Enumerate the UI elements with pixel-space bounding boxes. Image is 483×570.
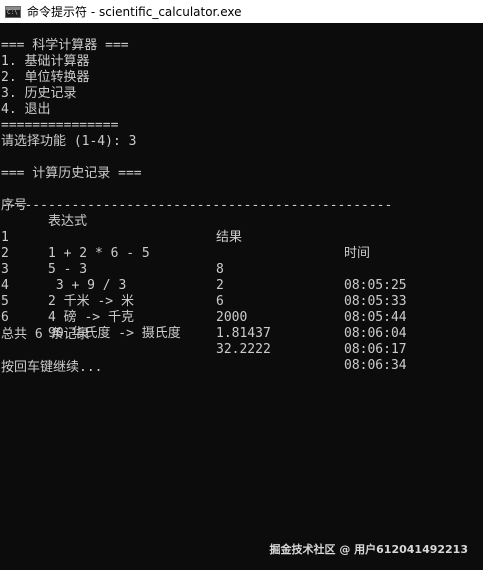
history-column-headers: 序号 表达式 结果 时间 xyxy=(1,182,370,261)
table-row: 1 1 + 2 * 6 - 5 8 08:05:25 xyxy=(1,214,407,293)
menu-item-unit: 2. 单位转换器 xyxy=(1,70,90,85)
row-time: 08:06:04 xyxy=(344,326,407,341)
table-row: 3 3 + 9 / 3 6 08:05:44 xyxy=(1,246,407,325)
column-result: 结果 xyxy=(216,230,243,245)
row-result: 2000 xyxy=(216,310,248,325)
menu-item-basic: 1. 基础计算器 xyxy=(1,54,90,69)
column-expression: 表达式 xyxy=(48,214,88,229)
history-header: === 计算历史记录 === xyxy=(1,166,142,181)
menu-header: === 科学计算器 === xyxy=(1,38,129,53)
row-time: 08:05:33 xyxy=(344,294,407,309)
menu-item-exit: 4. 退出 xyxy=(1,102,51,117)
continue-prompt: 按回车键继续... xyxy=(1,360,103,375)
row-time: 08:06:34 xyxy=(344,358,407,373)
cmd-icon xyxy=(5,5,21,18)
row-time: 08:05:25 xyxy=(344,278,407,293)
row-result: 32.2222 xyxy=(216,342,271,357)
row-expression: 4 磅 -> 千克 xyxy=(48,310,134,325)
table-row: 5 4 磅 -> 千克 1.81437 08:06:17 xyxy=(1,278,407,357)
row-expression: 1 + 2 * 6 - 5 xyxy=(48,246,150,261)
title-bar[interactable]: 命令提示符 - scientific_calculator.exe xyxy=(0,0,483,23)
row-time: 08:06:17 xyxy=(344,342,407,357)
table-row: 2 5 - 3 2 08:05:33 xyxy=(1,230,407,309)
row-index: 6 xyxy=(1,310,9,325)
table-row: 4 2 千米 -> 米 2000 08:06:04 xyxy=(1,262,407,341)
menu-divider: =============== xyxy=(1,118,119,133)
row-expression: 5 - 3 xyxy=(48,262,88,277)
window-title: 命令提示符 - scientific_calculator.exe xyxy=(27,5,242,19)
row-expression: 3 + 9 / 3 xyxy=(48,278,127,293)
row-expression: 2 千米 -> 米 xyxy=(48,294,134,309)
history-separator: ----------------------------------------… xyxy=(1,198,393,213)
row-result: 6 xyxy=(216,294,224,309)
console-window: 命令提示符 - scientific_calculator.exe === 科学… xyxy=(0,0,483,570)
row-time: 08:05:44 xyxy=(344,310,407,325)
menu-item-history: 3. 历史记录 xyxy=(1,86,77,101)
column-time: 时间 xyxy=(344,246,371,261)
watermark: 掘金技术社区 @ 用户612041492213 xyxy=(269,543,468,556)
row-result: 2 xyxy=(216,278,224,293)
table-row: 6 90 华氏度 -> 摄氏度 32.2222 08:06:34 xyxy=(1,294,407,373)
console-output[interactable]: === 科学计算器 === 1. 基础计算器 2. 单位转换器 3. 历史记录 … xyxy=(0,23,483,570)
history-total: 总共 6 条记录 xyxy=(1,327,90,342)
row-result: 8 xyxy=(216,262,224,277)
choice-prompt: 请选择功能 (1-4): 3 xyxy=(1,134,137,149)
row-result: 1.81437 xyxy=(216,326,271,341)
